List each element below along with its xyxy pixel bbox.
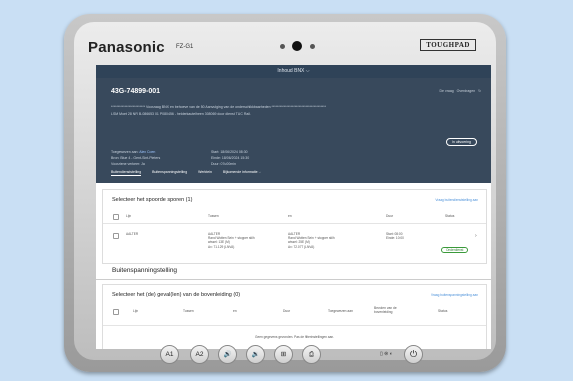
light-sensor-icon	[310, 44, 315, 49]
row-and: AALTER Rand Wotten Sein + stopper stilh wi…	[288, 232, 335, 249]
a2-button[interactable]: A2	[190, 345, 209, 364]
row-checkbox[interactable]	[113, 233, 119, 239]
track-section-title: Selecteer het spoorde sporen (1)	[112, 197, 193, 203]
tab-werktein[interactable]: Werktein	[198, 170, 212, 174]
overhead-section-title: Selecteer het (de) geval(len) van de bov…	[112, 292, 241, 298]
col-header-assignee: Toegewezen aan	[328, 309, 353, 313]
refresh-icon[interactable]: ↻	[478, 89, 481, 93]
sensor-icon	[280, 44, 285, 49]
row-chevron-icon[interactable]: ›	[475, 233, 477, 238]
track-section: Selecteer het spoorde sporen (1) Vraag b…	[102, 189, 487, 264]
a1-button[interactable]: A1	[160, 345, 179, 364]
description: ************************* Voorzaag BNX e…	[111, 105, 327, 109]
tablet-bezel: Panasonic FZ-G1 TOUGHPAD Inhoud BNX ⌵ 43…	[74, 22, 496, 360]
tablet-frame: Panasonic FZ-G1 TOUGHPAD Inhoud BNX ⌵ 43…	[64, 14, 506, 372]
power-button[interactable]: ⏻	[404, 345, 423, 364]
col-header-status: Status	[438, 309, 448, 313]
select-all-checkbox[interactable]	[113, 214, 119, 220]
select-all-checkbox[interactable]	[113, 309, 119, 315]
tab-buitenspanningstelling[interactable]: Buitenspanningstelling	[152, 170, 187, 174]
description-detail: LSM Moet 28 NR B-086653 01 P080456 - hel…	[111, 112, 251, 116]
row-status-badge: Onderdienst	[441, 247, 469, 253]
col-header-status: Status	[445, 214, 455, 218]
col-header-line: Lijn	[126, 214, 132, 218]
camera-icon	[292, 41, 302, 51]
row-line: AALTER	[126, 232, 139, 236]
col-header-between: Tussen	[208, 214, 219, 218]
brand-logo: Panasonic	[88, 39, 165, 56]
top-bar[interactable]: Inhoud BNX ⌵	[96, 65, 491, 78]
col-header-and: en	[288, 214, 292, 218]
request-link[interactable]: De vraag	[440, 89, 454, 93]
divider	[96, 279, 491, 280]
work-order-id: 43G-74899-001	[111, 88, 161, 95]
row-between: AALTER Rand Wotten Sein + stopper stilh wi…	[208, 232, 255, 249]
col-header-line: Lijn	[133, 309, 139, 313]
empty-state-message: Geen gegevens gevonden. Pas de filterins…	[254, 335, 335, 339]
model-label: FZ-G1	[176, 44, 194, 50]
meta-right: Start: 18/06/2024 08:30 Einde: 18/06/202…	[211, 150, 250, 166]
meta-left: Toegewezen aan: Alex Coen Bron: Blue 4 -…	[111, 150, 161, 166]
status-leds-icon: ▯ ⊜ ◐	[380, 351, 393, 357]
assignee-link[interactable]: Alex Coen	[139, 150, 155, 154]
request-deenergize-link[interactable]: Vraag buitenspanningstelling aan	[431, 293, 478, 297]
col-header-between: Tussen	[183, 309, 194, 313]
header-panel: 43G-74899-001 De vraag Overdragen ↻ ****…	[96, 78, 491, 183]
request-disconnection-link[interactable]: Vraag buitendienststelling aan	[435, 198, 478, 202]
hardware-buttons: A1 A2 🔊 🔉 ⊞ ⎙ ▯ ⊜ ◐ ⏻	[152, 345, 442, 365]
tab-bijkomende-informatie[interactable]: Bijkomende informatie ⌵	[223, 170, 261, 174]
windows-icon[interactable]: ⊞	[274, 345, 293, 364]
transfer-link[interactable]: Overdragen	[457, 89, 475, 93]
toughpad-badge: TOUGHPAD	[420, 39, 476, 51]
rotation-lock-icon[interactable]: ⎙	[302, 345, 321, 364]
screen: Inhoud BNX ⌵ 43G-74899-001 De vraag Over…	[96, 65, 491, 349]
overhead-section: Selecteer het (de) geval(len) van de bov…	[102, 284, 487, 349]
col-header-duration: Duur	[283, 309, 291, 313]
row-duration: Start: 08:00 Einde: 10:00	[386, 232, 404, 241]
volume-down-icon[interactable]: 🔉	[246, 345, 265, 364]
tab-buitendienststelling[interactable]: Buitendienststelling	[111, 170, 142, 176]
tab-bar: Buitendienststelling Buitenspanningstell…	[111, 170, 271, 176]
status-badge[interactable]: In uitvoering	[445, 138, 477, 146]
header-actions: De vraag Overdragen ↻	[440, 89, 481, 93]
col-header-duration: Duur	[386, 214, 394, 218]
volume-up-icon[interactable]: 🔊	[218, 345, 237, 364]
col-header-and: en	[233, 309, 237, 313]
overhead-heading: Buitenspanningstelling	[112, 267, 178, 274]
col-header-catenary: Bevolen van de bovenleiding	[374, 306, 397, 314]
